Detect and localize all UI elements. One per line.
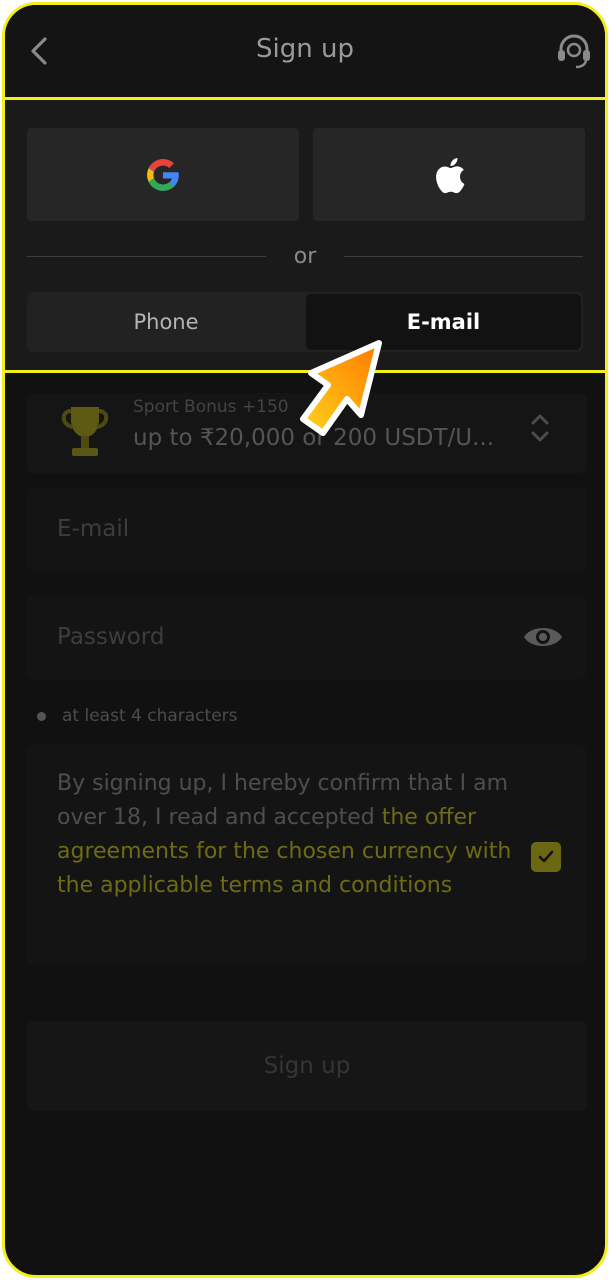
password-field[interactable]: Password — [27, 595, 587, 679]
divider-line-right — [344, 255, 583, 257]
password-placeholder: Password — [57, 624, 165, 650]
headset-icon — [558, 34, 590, 69]
terms-agreement: By signing up, I hereby confirm that I a… — [27, 745, 587, 965]
signup-button[interactable]: Sign up — [27, 1021, 587, 1111]
password-hint: at least 4 characters — [35, 703, 238, 729]
eye-icon[interactable] — [521, 619, 565, 655]
bonus-title: Sport Bonus +150 — [133, 397, 289, 417]
page-title: Sign up — [256, 34, 354, 64]
password-hint-text: at least 4 characters — [62, 706, 238, 726]
terms-checkbox[interactable] — [531, 842, 561, 872]
divider-line-left — [27, 255, 266, 257]
app-header: Sign up — [5, 5, 605, 97]
google-logo-icon — [147, 158, 179, 191]
auth-methods-section: or Phone E-mail — [5, 97, 605, 373]
hint-bullet — [37, 711, 46, 721]
support-button[interactable] — [551, 27, 597, 75]
or-divider: or — [27, 241, 583, 271]
terms-text: By signing up, I hereby confirm that I a… — [57, 767, 527, 903]
tab-phone[interactable]: Phone — [27, 292, 305, 352]
email-field[interactable]: E-mail — [27, 487, 587, 571]
pointer-arrow-icon — [300, 340, 382, 436]
checkmark-icon — [538, 850, 554, 863]
email-placeholder: E-mail — [57, 516, 130, 542]
apple-logo-icon — [436, 157, 465, 193]
phone-frame: Sign up or Phone E-mail Sport Bonus +150… — [2, 2, 608, 1278]
chevron-up-down-icon — [531, 414, 549, 442]
apple-signin-button[interactable] — [313, 128, 585, 221]
trophy-icon — [61, 407, 109, 456]
google-signin-button[interactable] — [27, 128, 299, 221]
or-label: or — [293, 243, 317, 269]
